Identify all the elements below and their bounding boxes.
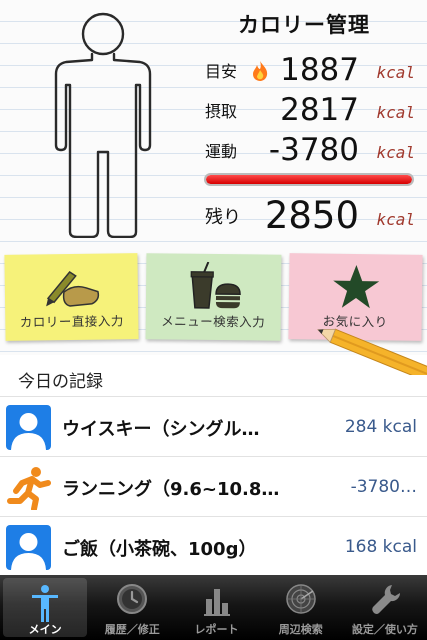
calorie-summary-panel: カロリー管理 目安 1887 kcal 摂取 2817 kcal 運動 -378…	[0, 0, 427, 355]
target-value: 1887	[280, 52, 359, 88]
menu-search-label: メニュー検索入力	[161, 313, 266, 330]
record-calories: -3780…	[350, 477, 417, 497]
person-icon	[32, 585, 59, 622]
intake-label: 摂取	[205, 102, 238, 121]
record-calories: 168 kcal	[344, 537, 417, 557]
remaining-unit: kcal	[376, 210, 415, 229]
exercise-row: 運動 -3780 kcal	[205, 128, 415, 168]
star-icon	[332, 265, 379, 309]
tab-main-label: メイン	[28, 623, 62, 636]
page-title: カロリー管理	[238, 13, 370, 37]
record-name: ご飯（小茶碗、100g）	[62, 539, 257, 560]
intake-unit: kcal	[376, 103, 415, 122]
remaining-label: 残り	[205, 207, 241, 228]
tab-report-label: レポート	[194, 623, 239, 636]
running-icon	[7, 467, 51, 510]
intake-row: 摂取 2817 kcal	[205, 88, 415, 128]
record-row[interactable]: ご飯（小茶碗、100g） 168 kcal	[0, 516, 427, 576]
record-name: ランニング（9.6~10.8…	[62, 479, 280, 500]
calorie-progress-bar	[204, 173, 414, 186]
records-section-title: 今日の記録	[18, 372, 103, 392]
flame-icon	[253, 61, 268, 81]
menu-search-input-button[interactable]: メニュー検索入力	[145, 253, 282, 341]
pencil-icon	[317, 328, 427, 375]
exercise-label: 運動	[205, 142, 238, 161]
tab-nearby-search-label: 周辺検索	[278, 623, 323, 636]
tab-settings[interactable]: 設定／使い方	[343, 575, 427, 640]
remaining-value: 2850	[264, 194, 359, 237]
target-calorie-row: 目安 1887 kcal	[205, 48, 415, 88]
target-unit: kcal	[376, 63, 415, 82]
summary-block: カロリー管理 目安 1887 kcal 摂取 2817 kcal 運動 -378…	[190, 0, 427, 250]
body-figure-icon	[54, 12, 152, 238]
tab-history-label: 履歴／修正	[104, 623, 160, 636]
avatar-icon	[6, 405, 51, 450]
remaining-row: 残り 2850 kcal	[205, 194, 415, 237]
exercise-unit: kcal	[376, 143, 415, 162]
progress-fill	[206, 175, 412, 184]
record-calories: 284 kcal	[344, 417, 417, 437]
pencil-hand-icon	[45, 271, 99, 307]
fast-food-icon	[190, 261, 241, 309]
tab-main[interactable]: メイン	[3, 578, 88, 637]
tab-bar: メイン 履歴／修正 レポート 周辺検索 設定／使い方	[0, 575, 427, 640]
intake-value: 2817	[280, 92, 359, 128]
record-row[interactable]: ウイスキー（シングル… 284 kcal	[0, 396, 427, 456]
record-row[interactable]: ランニング（9.6~10.8… -3780…	[0, 456, 427, 516]
tab-settings-label: 設定／使い方	[351, 623, 418, 636]
record-name: ウイスキー（シングル…	[62, 419, 260, 440]
tab-nearby-search[interactable]: 周辺検索	[259, 575, 343, 640]
exercise-value: -3780	[268, 132, 359, 168]
avatar-icon	[6, 525, 51, 570]
direct-input-label: カロリー直接入力	[19, 313, 124, 330]
direct-calorie-input-button[interactable]: カロリー直接入力	[4, 253, 139, 341]
radar-icon	[285, 584, 316, 614]
bar-chart-icon	[203, 589, 230, 616]
target-label: 目安	[205, 62, 238, 81]
tab-history[interactable]: 履歴／修正	[90, 575, 174, 640]
wrench-icon	[372, 585, 400, 614]
clock-icon	[117, 584, 148, 614]
tab-report[interactable]: レポート	[174, 575, 258, 640]
record-list: ウイスキー（シングル… 284 kcal ランニング（9.6~10.8… -37…	[0, 396, 427, 576]
